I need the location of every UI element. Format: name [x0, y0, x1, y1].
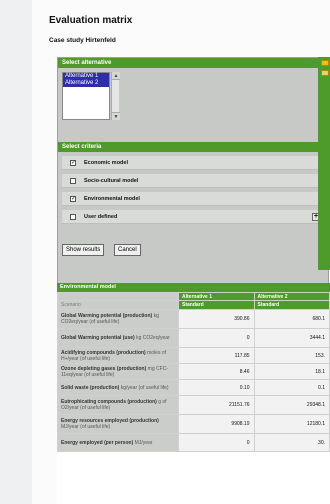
row-value: 18.1 — [253, 363, 330, 380]
left-margin — [0, 0, 32, 504]
table-row: Acidifying compounds (production) moles … — [57, 347, 330, 364]
row-label: Energy employed (per person) MJ/year — [57, 433, 179, 452]
table-row: Ozone depleting gases (production) mg CF… — [57, 363, 330, 380]
results-table: Alternative 1 Alternative 2 Scenario Sta… — [57, 292, 330, 452]
page: Evaluation matrix Case study Hirtenfeld … — [0, 0, 330, 504]
row-value: 0.10 — [178, 379, 255, 396]
page-title: Evaluation matrix — [49, 15, 133, 26]
table-corner-cell — [57, 292, 179, 301]
page-subtitle: Case study Hirtenfeld — [49, 37, 116, 44]
criteria-label: Environmental model — [84, 195, 140, 202]
selection-panel: Select alternative Alternative 1 Alterna… — [57, 57, 329, 299]
row-value: 0 — [178, 433, 255, 452]
user-defined-checkbox[interactable] — [70, 213, 76, 220]
row-value: 680.1 — [253, 309, 330, 329]
select-criteria-header: Select criteria — [58, 142, 328, 152]
row-label: Global Warming potential (production) kg… — [57, 309, 179, 329]
row-unit: kg/year (of useful life) — [120, 384, 169, 391]
table-row: Eutrophicating compounds (production) g … — [57, 395, 330, 415]
scroll-down-arrow-icon[interactable]: ▼ — [112, 112, 120, 120]
alternative-option[interactable]: Alternative 2 — [63, 80, 109, 87]
row-value: 0.1 — [253, 379, 330, 396]
table-row: Energy employed (per person) MJ/year 0 30. — [57, 433, 330, 452]
select-alternative-header: Select alternative — [58, 58, 328, 68]
row-value: 3444.1 — [253, 328, 330, 348]
document-icon[interactable] — [321, 70, 329, 76]
row-value: 390.86 — [178, 309, 255, 329]
table-row: Energy resources employed (production) M… — [57, 414, 330, 434]
row-value: 153. — [253, 347, 330, 364]
criteria-item-environmental[interactable]: ✓ Environmental model — [62, 192, 326, 206]
right-side-bar — [318, 57, 330, 270]
economic-checkbox[interactable]: ✓ — [70, 159, 76, 166]
row-value: 29348.1 — [253, 395, 330, 415]
row-label: Eutrophicating compounds (production) g … — [57, 395, 179, 415]
environmental-model-table: Environmental model Alternative 1 Altern… — [57, 283, 330, 504]
row-name: Global Warming potential (use) — [61, 335, 135, 341]
row-label: Acidifying compounds (production) moles … — [57, 347, 179, 364]
column-header: Alternative 1 — [178, 292, 255, 301]
column-header: Alternative 2 — [253, 292, 330, 301]
row-value: 12180.1 — [253, 414, 330, 434]
row-value: 21151.76 — [178, 395, 255, 415]
row-label: Energy resources employed (production) M… — [57, 414, 179, 434]
show-results-button[interactable]: Show results — [62, 244, 105, 256]
scenario-row: Scenario Standard Standard — [57, 300, 330, 310]
row-name: Solid waste (production) — [61, 384, 120, 391]
alternative-listbox[interactable]: Alternative 1 Alternative 2 — [62, 72, 110, 120]
table-title: Environmental model — [57, 283, 330, 292]
folder-icon[interactable] — [321, 60, 329, 66]
criteria-label: Economic model — [84, 159, 129, 166]
socio-cultural-checkbox[interactable] — [70, 177, 76, 184]
criteria-item-socio-cultural[interactable]: Socio-cultural model — [62, 174, 326, 188]
table-row: Global Warming potential (use) kg CO2eq/… — [57, 328, 330, 348]
scenario-value: Standard — [253, 300, 330, 310]
criteria-item-economic[interactable]: ✓ Economic model — [62, 156, 326, 170]
listbox-scrollbar[interactable]: ▲ ▼ — [111, 72, 120, 120]
row-unit: kg CO2eq/year — [136, 335, 170, 341]
row-label: Global Warming potential (use) kg CO2eq/… — [57, 328, 179, 348]
scroll-up-arrow-icon[interactable]: ▲ — [112, 72, 120, 80]
row-value: 8.46 — [178, 363, 255, 380]
row-value: 9908.19 — [178, 414, 255, 434]
cancel-button[interactable]: Cancel — [114, 244, 141, 256]
table-row: Solid waste (production) kg/year (of use… — [57, 379, 330, 396]
table-row: Global Warming potential (production) kg… — [57, 309, 330, 329]
row-value: 30. — [253, 433, 330, 452]
row-unit: MJ/year (of useful life) — [61, 424, 111, 430]
row-name: Energy employed (per person) — [61, 439, 134, 446]
scenario-label: Scenario — [57, 300, 179, 310]
row-value: 117.85 — [178, 347, 255, 364]
criteria-label: Socio-cultural model — [84, 177, 139, 184]
table-header-row: Alternative 1 Alternative 2 — [57, 292, 330, 301]
environmental-checkbox[interactable]: ✓ — [70, 195, 76, 202]
row-label: Solid waste (production) kg/year (of use… — [57, 379, 179, 396]
scenario-value: Standard — [178, 300, 255, 310]
criteria-item-user-defined[interactable]: User defined + — [62, 210, 326, 224]
row-label: Ozone depleting gases (production) mg CF… — [57, 363, 179, 380]
row-value: 0 — [178, 328, 255, 348]
criteria-label: User defined — [84, 213, 118, 220]
row-unit: MJ/year — [134, 439, 153, 446]
alternative-option[interactable]: Alternative 1 — [63, 73, 109, 80]
